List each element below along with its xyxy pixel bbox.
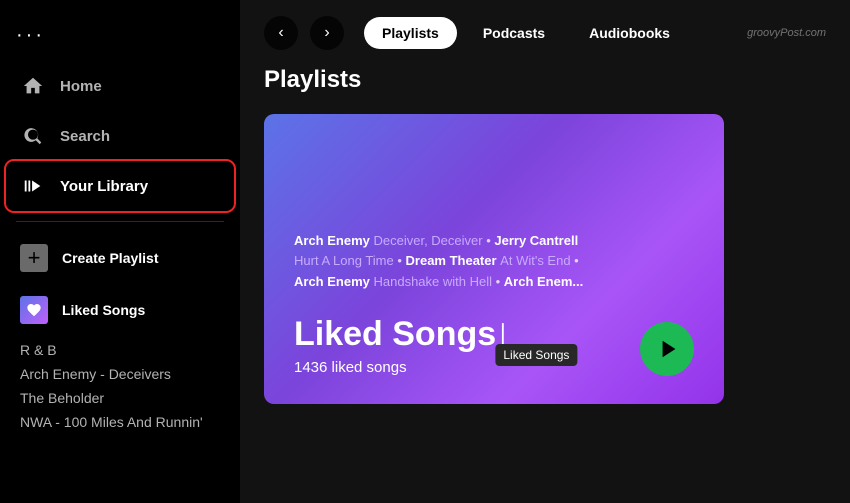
card-bottom: Liked Songs ▏ Liked Songs 1436 liked son…: [294, 317, 694, 376]
track-artist-2: Jerry Cantrell: [494, 233, 578, 248]
sidebar-item-home[interactable]: Home: [8, 63, 232, 109]
liked-songs-item[interactable]: Liked Songs: [8, 286, 232, 334]
create-playlist-item[interactable]: + Create Playlist: [8, 234, 232, 282]
sidebar: ··· Home Search: [0, 0, 240, 503]
cursor-pointer: ▏: [502, 324, 516, 345]
play-icon: [658, 338, 680, 360]
create-playlist-icon: +: [20, 244, 48, 272]
sidebar-nav: Home Search Your Library: [0, 63, 240, 209]
list-item[interactable]: NWA - 100 Miles And Runnin': [20, 414, 220, 430]
list-item[interactable]: R & B: [20, 342, 220, 358]
watermark: groovyPost.com: [747, 27, 826, 39]
play-button[interactable]: [640, 322, 694, 376]
card-count: 1436 liked songs: [294, 359, 520, 376]
playlist-list: R & B Arch Enemy - Deceivers The Beholde…: [0, 342, 240, 430]
track-artist-1: Arch Enemy: [294, 233, 373, 248]
track-artist-5: Arch Enem...: [504, 274, 583, 289]
list-item[interactable]: The Beholder: [20, 390, 220, 406]
sidebar-divider: [16, 221, 224, 222]
liked-songs-label: Liked Songs: [62, 302, 145, 318]
liked-songs-card[interactable]: Arch Enemy Deceiver, Deceiver • Jerry Ca…: [264, 114, 724, 404]
sidebar-item-search[interactable]: Search: [8, 113, 232, 159]
list-item[interactable]: Arch Enemy - Deceivers: [20, 366, 220, 382]
sidebar-item-search-label: Search: [60, 128, 110, 145]
sidebar-item-home-label: Home: [60, 78, 102, 95]
options-dots[interactable]: ···: [0, 16, 240, 63]
create-playlist-label: Create Playlist: [62, 250, 159, 266]
sidebar-item-your-library-label: Your Library: [60, 178, 148, 195]
main-content: ‹ › Playlists Podcasts Audiobooks groovy…: [240, 0, 850, 503]
liked-songs-icon: [20, 296, 48, 324]
tab-podcasts[interactable]: Podcasts: [465, 17, 563, 49]
home-icon: [20, 73, 46, 99]
card-tracks-text: Arch Enemy Deceiver, Deceiver • Jerry Ca…: [294, 231, 694, 293]
tab-playlists[interactable]: Playlists: [364, 17, 457, 49]
sidebar-item-your-library[interactable]: Your Library: [8, 163, 232, 209]
forward-button[interactable]: ›: [310, 16, 344, 50]
card-info: Liked Songs ▏ Liked Songs 1436 liked son…: [294, 317, 520, 376]
track-artist-3: Dream Theater: [406, 253, 501, 268]
track-song-3: At Wit's End: [500, 253, 570, 268]
back-button[interactable]: ‹: [264, 16, 298, 50]
track-song-1: Deceiver, Deceiver: [373, 233, 482, 248]
track-artist-4: Arch Enemy: [294, 274, 373, 289]
track-song-2: Hurt A Long Time: [294, 253, 394, 268]
tooltip: Liked Songs: [495, 344, 577, 366]
library-icon: [20, 173, 46, 199]
track-song-4: Handshake with Hell: [373, 274, 492, 289]
sidebar-actions: + Create Playlist Liked Songs: [0, 234, 240, 334]
topbar: ‹ › Playlists Podcasts Audiobooks groovy…: [240, 0, 850, 66]
section-title: Playlists: [264, 66, 826, 94]
search-icon: [20, 123, 46, 149]
card-title: Liked Songs: [294, 317, 496, 351]
tab-bar: Playlists Podcasts Audiobooks: [364, 17, 688, 49]
content-area: Playlists Arch Enemy Deceiver, Deceiver …: [240, 66, 850, 503]
tab-audiobooks[interactable]: Audiobooks: [571, 17, 688, 49]
